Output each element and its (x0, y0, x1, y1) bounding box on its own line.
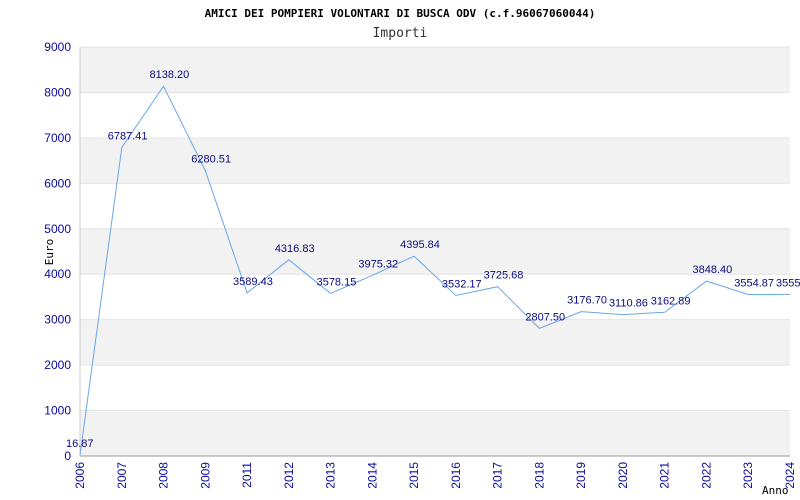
x-tick-label: 2013 (324, 462, 338, 489)
data-label: 8138.20 (150, 69, 190, 81)
y-tick-label: 3000 (44, 313, 71, 327)
grid-band (80, 92, 790, 138)
x-tick-label: 2021 (658, 462, 672, 489)
x-tick-label: 2008 (157, 462, 171, 489)
line-chart: 0 1000 2000 3000 4000 5000 6000 7000 8000 9000 20… (43, 7, 800, 497)
x-tick-label: 2011 (240, 462, 254, 488)
grid-bands (80, 47, 790, 456)
x-tick-label: 2020 (616, 462, 630, 489)
data-label: 3589.43 (233, 276, 273, 288)
x-tick-label: 2015 (407, 462, 421, 489)
y-tick-label: 8000 (44, 85, 71, 99)
y-axis-label: Euro (43, 239, 56, 266)
grid-band (80, 183, 790, 229)
chart-subtitle: Importi (373, 26, 428, 41)
x-tick-label: 2016 (449, 462, 463, 489)
y-tick-label: 9000 (44, 40, 71, 54)
y-tick-label: 6000 (44, 176, 71, 190)
chart-title: AMICI DEI POMPIERI VOLONTARI DI BUSCA OD… (205, 7, 596, 20)
x-tick-label: 2009 (198, 462, 212, 489)
x-tick-label: 2023 (741, 462, 755, 489)
data-label: 16.87 (66, 438, 94, 450)
data-label: 3162.89 (651, 295, 691, 307)
grid-band (80, 319, 790, 366)
x-tick-labels: 2006 2007 2008 2009 2011 2012 2013 2014 2015 2016… (73, 462, 797, 489)
data-label: 3554.87 (734, 277, 774, 289)
data-label: 3110.86 (609, 298, 648, 310)
data-label: 3176.70 (567, 295, 607, 307)
data-label: 3532.17 (442, 278, 482, 290)
x-tick-label: 2014 (365, 462, 379, 489)
data-label: 3848.40 (692, 264, 732, 276)
y-tick-label: 4000 (44, 267, 71, 281)
grid-band (80, 410, 790, 456)
data-label: 3725.68 (484, 270, 524, 282)
data-label: 4316.83 (275, 243, 315, 255)
y-tick-label: 1000 (44, 404, 71, 418)
x-tick-label: 2006 (73, 462, 87, 489)
grid-band (80, 228, 790, 275)
x-tick-label: 2018 (532, 462, 546, 489)
grid-band (80, 137, 790, 184)
grid-band (80, 365, 790, 411)
data-label: 6787.41 (108, 131, 148, 143)
x-tick-label: 2012 (282, 462, 296, 489)
y-tick-label: 5000 (44, 222, 71, 236)
data-label: 4395.84 (400, 239, 440, 251)
data-label: 3975.32 (358, 258, 398, 270)
x-tick-label: 2017 (491, 462, 505, 489)
x-axis-label: Anno (762, 484, 789, 497)
data-label: 6280.51 (191, 154, 231, 166)
data-label: 3555.3 (776, 277, 800, 289)
y-tick-label: 2000 (44, 358, 71, 372)
y-tick-label: 7000 (44, 131, 71, 145)
data-label: 2807.50 (525, 311, 565, 323)
x-tick-label: 2007 (115, 462, 129, 489)
x-tick-label: 2022 (699, 462, 713, 489)
y-tick-label: 0 (64, 449, 71, 463)
data-label: 3578.15 (317, 276, 357, 288)
x-tick-label: 2019 (574, 462, 588, 489)
